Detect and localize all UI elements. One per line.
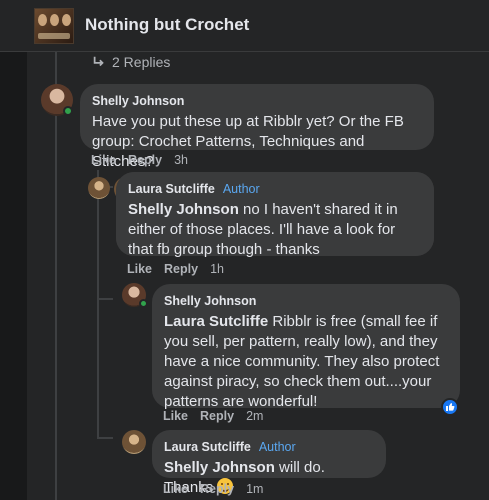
comment-bubble: Laura Sutcliffe Author Shelly Johnson wil… — [152, 430, 386, 496]
comment-author[interactable]: Shelly Johnson — [92, 94, 184, 108]
thread-line-reply — [97, 170, 99, 438]
mention-link[interactable]: Shelly Johnson — [128, 201, 239, 218]
left-gutter — [0, 52, 27, 500]
online-status-icon — [139, 299, 148, 308]
comment-actions: Like Reply 2m — [163, 409, 263, 423]
mention-link[interactable]: Laura Sutcliffe — [164, 313, 268, 330]
comment-actions: Like Reply 3h — [91, 153, 188, 167]
reply-button[interactable]: Reply — [200, 482, 234, 496]
thread-connector — [97, 437, 113, 439]
group-header: Nothing but Crochet — [0, 0, 489, 52]
comment-bubble: Shelly Johnson Have you put these up at … — [80, 84, 434, 170]
like-button[interactable]: Like — [127, 262, 152, 276]
comment-bubble: Shelly Johnson Laura Sutcliffe Ribblr is… — [152, 284, 460, 410]
comment-author[interactable]: Laura Sutcliffe — [128, 182, 215, 196]
reply-button[interactable]: Reply — [164, 262, 198, 276]
avatar[interactable] — [88, 177, 110, 199]
comment-timestamp[interactable]: 2m — [246, 409, 263, 423]
comment-actions: Like Reply 1m — [163, 482, 263, 496]
reply-arrow-icon — [93, 56, 104, 67]
mention-link[interactable]: Shelly Johnson — [164, 459, 275, 476]
comment-timestamp[interactable]: 1h — [210, 262, 224, 276]
comment-timestamp[interactable]: 1m — [246, 482, 263, 496]
comment-text: Shelly Johnson no I haven't shared it in… — [128, 201, 398, 258]
online-status-icon — [63, 106, 73, 116]
reply-button[interactable]: Reply — [128, 153, 162, 167]
thumbs-up-icon — [446, 403, 455, 411]
avatar[interactable] — [122, 430, 146, 454]
comment-text: Laura Sutcliffe Ribblr is free (small fe… — [164, 313, 440, 410]
comment-bubble: Laura Sutcliffe Author Shelly Johnson no … — [116, 172, 434, 258]
like-button[interactable]: Like — [91, 153, 116, 167]
view-replies-button[interactable]: 2 Replies — [92, 54, 170, 70]
group-title[interactable]: Nothing but Crochet — [85, 15, 249, 35]
reaction-badge[interactable] — [441, 398, 459, 416]
thread-line — [55, 52, 57, 500]
group-logo[interactable] — [34, 8, 74, 44]
reply-button[interactable]: Reply — [200, 409, 234, 423]
thread-line-nested — [97, 285, 99, 299]
comment-timestamp[interactable]: 3h — [174, 153, 188, 167]
author-badge: Author — [258, 440, 296, 454]
like-button[interactable]: Like — [163, 482, 188, 496]
like-button[interactable]: Like — [163, 409, 188, 423]
thread-connector — [97, 298, 113, 300]
comment-actions: Like Reply 1h — [127, 262, 224, 276]
author-badge: Author — [222, 182, 260, 196]
comment-author[interactable]: Shelly Johnson — [164, 294, 256, 308]
comment-author[interactable]: Laura Sutcliffe — [164, 440, 251, 454]
replies-count-label: 2 Replies — [112, 54, 171, 70]
